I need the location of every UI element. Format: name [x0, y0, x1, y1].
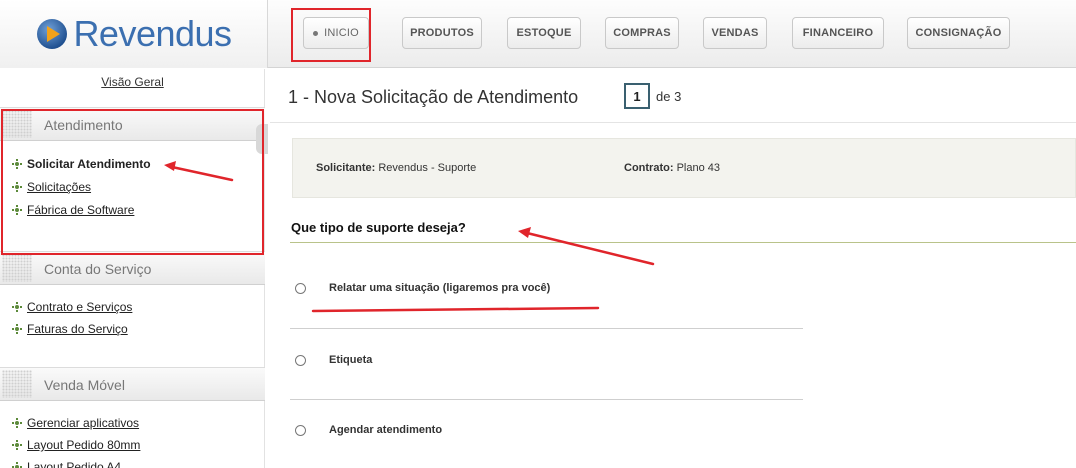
logo-text: Revendus [73, 13, 232, 54]
option-agendar-atendimento[interactable]: Agendar atendimento [295, 424, 442, 436]
sidebar-item-contrato-e-servicos[interactable]: Contrato e Serviços [12, 300, 132, 314]
option-label: Agendar atendimento [329, 424, 443, 436]
sidebar-item-faturas-do-servico[interactable]: Faturas do Serviço [12, 322, 128, 336]
contract-value: Plano 43 [676, 162, 720, 174]
contract-label: Contrato: [624, 162, 674, 174]
grip-icon [2, 370, 32, 398]
option-etiqueta[interactable]: Etiqueta [295, 354, 372, 366]
annotation-box-atendimento [1, 109, 264, 255]
step-total: de 3 [656, 89, 682, 104]
main-content: 1 - Nova Solicitação de Atendimento 1 de… [270, 69, 1076, 468]
request-info-panel: Solicitante: Revendus - Suporte Contrato… [292, 138, 1076, 198]
requester-value: Revendus - Suporte [378, 162, 477, 174]
overview-link[interactable]: Visão Geral [0, 75, 265, 89]
option-divider [290, 399, 803, 400]
step-indicator: 1 [624, 83, 650, 109]
move-bullet-icon [12, 418, 22, 428]
radio-button[interactable] [295, 424, 306, 436]
top-bar: Revendus INICIO PRODUTOS ESTOQUE COMPRAS… [0, 0, 1076, 68]
grip-icon [2, 254, 32, 282]
nav-estoque-button[interactable]: ESTOQUE [507, 17, 581, 49]
option-relatar-situacao[interactable]: Relatar uma situação (ligaremos pra você… [295, 282, 550, 294]
section-title: Conta do Serviço [44, 261, 152, 277]
radio-button[interactable] [295, 282, 306, 294]
sidebar-item-label: Layout Pedido A4 [27, 460, 122, 468]
option-label: Relatar uma situação (ligaremos pra você… [329, 282, 551, 294]
nav-financeiro-button[interactable]: FINANCEIRO [792, 17, 884, 49]
sidebar-item-label: Contrato e Serviços [27, 300, 133, 314]
sidebar-item-label: Faturas do Serviço [27, 322, 128, 336]
section-header-conta-do-servico[interactable]: Conta do Serviço [0, 251, 265, 285]
requester-label: Solicitante: [316, 162, 376, 174]
option-label: Etiqueta [329, 354, 373, 366]
move-bullet-icon [12, 462, 22, 468]
nav-compras-button[interactable]: COMPRAS [605, 17, 679, 49]
sidebar-item-layout-pedido-80mm[interactable]: Layout Pedido 80mm [12, 438, 140, 452]
question-divider [290, 242, 1076, 243]
support-type-question: Que tipo de suporte deseja? [291, 220, 466, 235]
contract-info: Contrato: Plano 43 [624, 162, 720, 174]
sidebar-item-layout-pedido-a4[interactable]: Layout Pedido A4 [12, 460, 121, 468]
nav-produtos-button[interactable]: PRODUTOS [402, 17, 482, 49]
move-bullet-icon [12, 324, 22, 334]
revendus-logo-icon [37, 19, 68, 49]
sidebar-item-label: Layout Pedido 80mm [27, 438, 141, 452]
page-title: 1 - Nova Solicitação de Atendimento [288, 87, 579, 107]
radio-button[interactable] [295, 354, 306, 366]
requester-info: Solicitante: Revendus - Suporte [316, 162, 476, 174]
option-divider [290, 328, 803, 329]
sidebar-item-gerenciar-aplicativos[interactable]: Gerenciar aplicativos [12, 416, 139, 430]
nav-consignacao-button[interactable]: CONSIGNAÇÃO [907, 17, 1010, 49]
move-bullet-icon [12, 440, 22, 450]
section-header-venda-movel[interactable]: Venda Móvel [0, 367, 265, 401]
logo[interactable]: Revendus [0, 0, 268, 68]
nav-vendas-button[interactable]: VENDAS [703, 17, 767, 49]
page-header: 1 - Nova Solicitação de Atendimento 1 de… [270, 69, 1076, 123]
section-title: Venda Móvel [44, 377, 125, 393]
move-bullet-icon [12, 302, 22, 312]
sidebar-item-label: Gerenciar aplicativos [27, 416, 140, 430]
annotation-box-inicio [291, 8, 371, 62]
